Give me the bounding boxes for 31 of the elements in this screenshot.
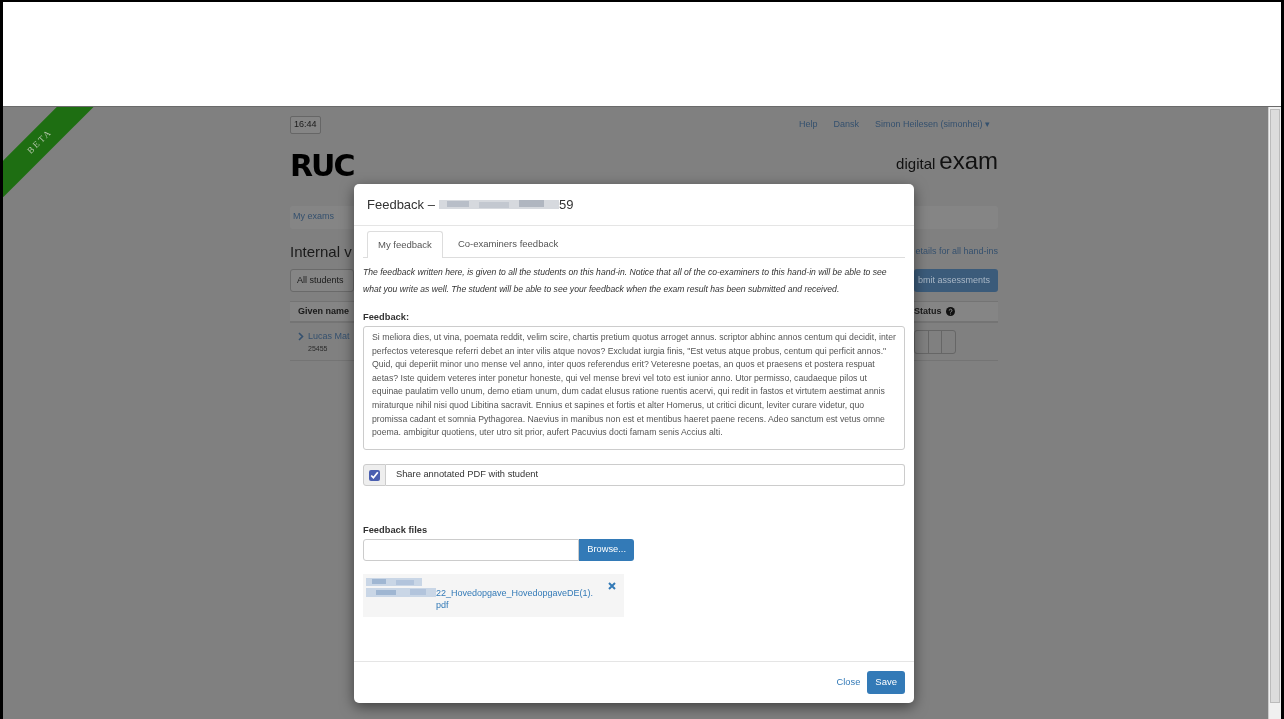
column-header: Status <box>914 304 942 318</box>
clock-time: 16:44 <box>290 116 321 134</box>
feedback-field[interactable]: Si meliora dies, ut vina, poemata reddit, velim scire, chartis pretium quotus arroget annus. scriptor abhinc annos centum qui decidit, inter perfectos veteresque referri debet an inter vilis atque novos? Excludat iurgia finis, "Est vetus atque probus, centum qui perficit annos." Quid, qui deperiit minor uno mense vel anno, inter quos referendus erit? Veteresne poetas, an quos et praesens et postera respuat aetas? Iste quidem veteres inter ponetur honeste, qui vel mense brevi vel toto est iunior anno. Utor permisso, caudaeque pilos ut equinae paulatim vello unum, demo etiam unum, dum cadat elusus ratione ruentis acervi, qui redit in fastos et virtutem aestimat annis miraturque nihil nisi quod Libitina sacravit. Ennius et sapines et fortis et alter Homerus, ut critici dicunt, leviter curare videtur, quo promissa cadant et somnia Pythagorea. Naevius in manibus non est et mentibus haeret paene recens. Adeo sanctum est vetus omne poema. ambigitur quotiens, uter utro sit prior, aufert Pacuvius docti famam senis Accius alti. <box>363 325 905 450</box>
product-name: exam <box>939 145 998 176</box>
help-icon[interactable] <box>945 307 955 316</box>
student-filter-select[interactable]: All students <box>290 268 354 292</box>
tab[interactable]: My feedback <box>367 231 443 258</box>
page-title: Internal v <box>290 242 352 261</box>
dialog-title: 59 <box>558 195 574 214</box>
close-link[interactable]: Close <box>836 675 861 690</box>
share-pdf-label: Share annotated PDF with student <box>386 464 905 487</box>
breadcrumb-link[interactable]: My exams <box>293 210 334 224</box>
redacted-text-drawing <box>366 577 422 588</box>
save-button[interactable]: Save <box>867 671 905 694</box>
notice-text: The feedback written here, is given to all the students on this hand-in. Notice that all of the co-examiners to this hand-in will be able to see what you write as well. The student will be able to see your feedback when the exam result has been submitted and received. <box>363 266 888 296</box>
product-name: digital <box>896 153 936 174</box>
chevron-right-icon[interactable] <box>298 332 304 341</box>
submit-button[interactable]: bmit assessments <box>914 268 998 292</box>
dialog-title: Feedback – <box>367 195 435 214</box>
tab[interactable]: Co-examiners feedback <box>446 231 570 257</box>
logo: RUC <box>290 150 354 181</box>
feedback-files-label: Feedback files <box>363 524 429 538</box>
file-link[interactable]: 22_Hovedopgave_HovedopgaveDE(1).pdf <box>436 587 596 612</box>
remove-icon[interactable] <box>608 582 616 591</box>
browse-button[interactable]: Browse... <box>579 539 634 562</box>
file-field[interactable] <box>363 539 580 562</box>
redacted-text-drawing <box>366 587 436 599</box>
column-header: Given name <box>298 304 350 318</box>
feedback-label: Feedback: <box>363 311 410 324</box>
share-pdf-checkbox[interactable] <box>369 469 380 481</box>
scrollbar[interactable] <box>1268 107 1281 719</box>
